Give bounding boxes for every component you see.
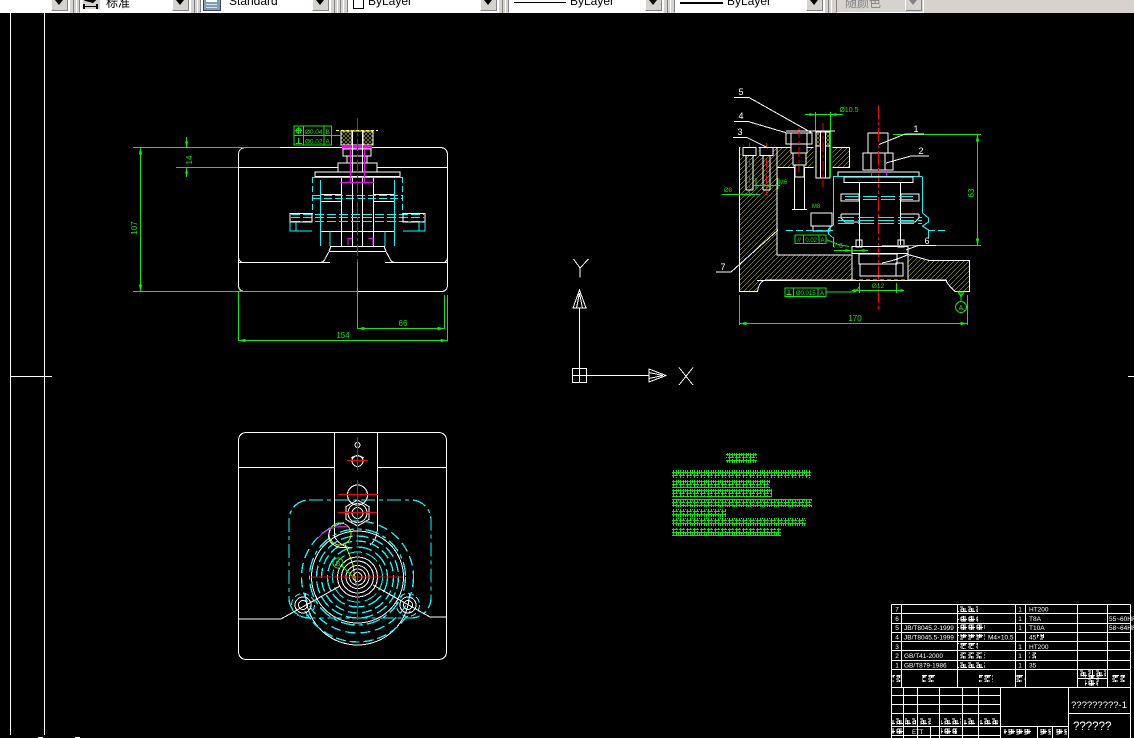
svg-text:B: B: [326, 129, 330, 136]
svg-text:3: 3: [895, 644, 899, 651]
svg-text:14: 14: [185, 155, 194, 164]
svg-text:7: 7: [720, 262, 725, 272]
svg-text:Ø0.04: Ø0.04: [305, 129, 323, 136]
svg-text:2: 2: [918, 146, 923, 156]
svg-text:35: 35: [1029, 662, 1037, 669]
svg-text:HT200: HT200: [1029, 644, 1049, 651]
svg-text:1: 1: [1018, 653, 1022, 660]
svg-text:3: 3: [737, 127, 742, 137]
svg-text:JB/T8045.5-1999: JB/T8045.5-1999: [904, 635, 954, 642]
svg-text:66: 66: [399, 319, 408, 328]
svg-text:0.02: 0.02: [805, 238, 817, 244]
svg-text:A: A: [820, 291, 824, 297]
svg-text:1: 1: [1018, 662, 1022, 669]
svg-text:HT200: HT200: [1029, 607, 1049, 614]
svg-text:?????????-1: ?????????-1: [1071, 700, 1127, 711]
svg-text://: //: [797, 237, 801, 244]
svg-text:1: 1: [1018, 607, 1022, 614]
svg-text:63: 63: [967, 188, 976, 197]
svg-text:6: 6: [924, 236, 929, 246]
svg-text:GB/T41-2000: GB/T41-2000: [904, 653, 943, 660]
svg-text:6: 6: [895, 616, 899, 623]
svg-text:45: 45: [1029, 635, 1037, 642]
svg-text:A: A: [820, 238, 824, 244]
svg-text:1: 1: [1018, 644, 1022, 651]
svg-text:5: 5: [738, 87, 743, 97]
svg-text:154: 154: [336, 331, 350, 340]
svg-text:170: 170: [848, 314, 862, 323]
svg-text:107: 107: [130, 221, 139, 235]
svg-text:A: A: [959, 305, 964, 312]
svg-text:Ø10.5: Ø10.5: [839, 107, 858, 114]
svg-text:A: A: [326, 139, 331, 146]
svg-text:JB/T8045.2-1999: JB/T8045.2-1999: [904, 625, 954, 632]
svg-text:2: 2: [895, 653, 899, 660]
svg-text:4: 4: [895, 635, 899, 642]
svg-text:T10A: T10A: [1029, 625, 1045, 632]
svg-text:B: B: [336, 561, 341, 568]
svg-text:ETT: ETT: [912, 730, 924, 736]
svg-text:5: 5: [895, 625, 899, 632]
svg-text:??????: ??????: [1073, 721, 1111, 733]
svg-text:58~64HRC: 58~64HRC: [1109, 625, 1134, 632]
svg-text:M6: M6: [779, 180, 788, 186]
svg-text:1: 1: [913, 124, 918, 134]
svg-text:1: 1: [1018, 625, 1022, 632]
svg-text:Ø8: Ø8: [724, 188, 733, 194]
svg-text:M8: M8: [812, 204, 821, 210]
svg-text:4: 4: [738, 111, 743, 121]
svg-text:Ø0.015: Ø0.015: [796, 291, 816, 297]
svg-text:Ø0.02: Ø0.02: [305, 139, 323, 146]
svg-text:1: 1: [895, 662, 899, 669]
svg-text:7: 7: [895, 607, 899, 614]
svg-text:T8A: T8A: [1029, 616, 1042, 623]
svg-text:GB/T879-1986: GB/T879-1986: [904, 662, 947, 669]
svg-text:55~60HRC: 55~60HRC: [1109, 616, 1134, 623]
svg-text:1: 1: [1018, 616, 1022, 623]
svg-text:M4×10.5: M4×10.5: [988, 635, 1014, 642]
svg-text:Ø12: Ø12: [872, 283, 885, 290]
